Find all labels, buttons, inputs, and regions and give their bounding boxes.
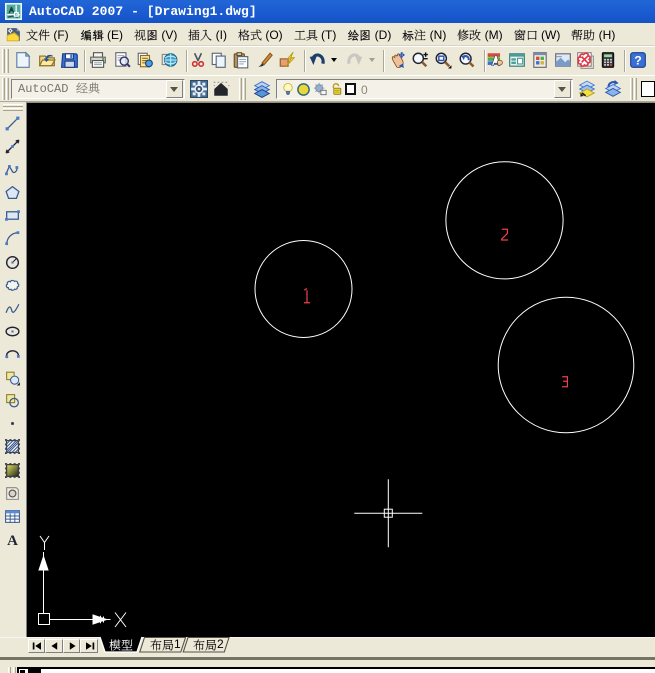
svg-text:?: ?	[634, 54, 642, 68]
svg-text:A: A	[7, 533, 18, 548]
